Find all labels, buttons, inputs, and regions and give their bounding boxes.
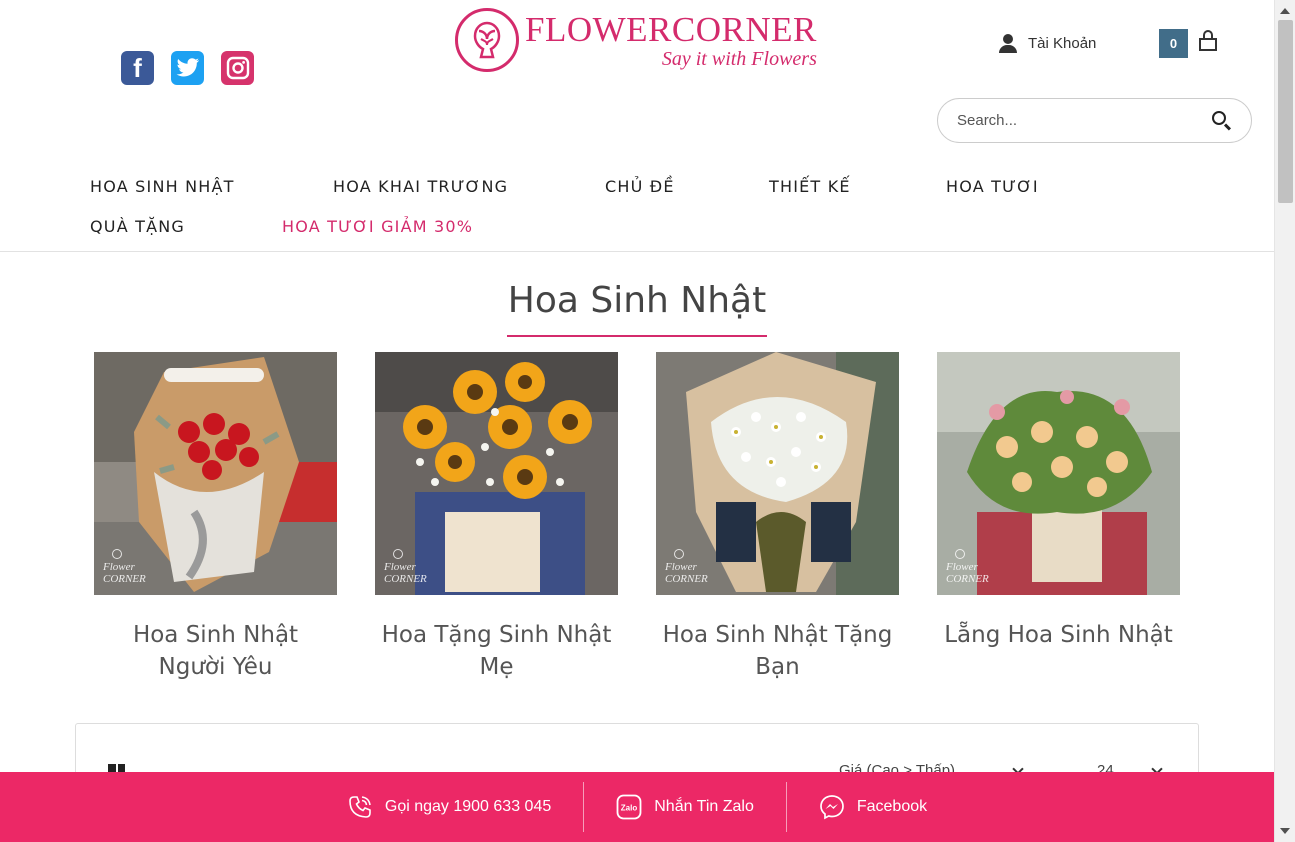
zalo-button[interactable]: Zalo Nhắn Tin Zalo (584, 782, 786, 832)
category-card[interactable]: Flower CORNER Hoa Tặng Sinh Nhật Mẹ (375, 352, 618, 683)
contact-bar: Gọi ngay 1900 633 045 Zalo Nhắn Tin Zalo… (0, 772, 1274, 842)
zalo-icon-text: Zalo (621, 804, 638, 813)
section-header: Hoa Sinh Nhật (0, 280, 1274, 337)
call-label: Gọi ngay 1900 633 045 (384, 798, 552, 815)
watermark-line1: Flower (384, 560, 416, 573)
category-title[interactable]: Hoa Sinh Nhật Tặng Bạn (656, 619, 899, 683)
logo-brand: FLOWERCORNER (525, 9, 817, 49)
instagram-icon[interactable] (221, 51, 254, 85)
scroll-up-icon[interactable] (1280, 8, 1290, 14)
scrollbar-thumb[interactable] (1278, 20, 1293, 203)
nav-item-hoa-khai-truong[interactable]: HOA KHAI TRƯƠNG (333, 177, 508, 196)
search-input[interactable] (957, 112, 1211, 129)
nav-item-sale[interactable]: HOA TƯƠI GIẢM 30% (282, 217, 473, 236)
watermark-line1: Flower (665, 560, 697, 573)
watermark-line1: Flower (103, 560, 135, 573)
page: f FLOWERCORNER Say it with Flowers Tài K… (0, 0, 1274, 842)
category-card[interactable]: Flower CORNER Hoa Sinh Nhật Tặng Bạn (656, 352, 899, 683)
category-title[interactable]: Hoa Sinh Nhật Người Yêu (94, 619, 337, 683)
logo-mark-icon (455, 8, 519, 72)
search-icon[interactable] (1211, 110, 1233, 132)
site-logo[interactable]: FLOWERCORNER Say it with Flowers (455, 8, 817, 72)
category-title[interactable]: Lẵng Hoa Sinh Nhật (937, 619, 1180, 651)
category-card[interactable]: Flower CORNER Hoa Sinh Nhật Người Yêu (94, 352, 337, 683)
nav-item-chu-de[interactable]: CHỦ ĐỀ (605, 177, 675, 196)
twitter-icon[interactable] (171, 51, 204, 85)
logo-tagline: Say it with Flowers (661, 47, 817, 70)
scroll-down-icon[interactable] (1280, 828, 1290, 834)
watermark: Flower CORNER (103, 548, 146, 585)
facebook-messenger-button[interactable]: Facebook (787, 782, 959, 832)
cart-count-badge: 0 (1159, 29, 1188, 58)
search-box (937, 98, 1252, 143)
zalo-icon: Zalo (616, 794, 642, 820)
category-image[interactable]: Flower CORNER (94, 352, 337, 595)
category-card[interactable]: Flower CORNER Lẵng Hoa Sinh Nhật (937, 352, 1180, 651)
account-link[interactable]: Tài Khoản (998, 33, 1096, 53)
watermark-line2: CORNER (946, 572, 989, 585)
social-links: f (121, 51, 254, 85)
phone-icon (347, 794, 373, 820)
watermark: Flower CORNER (665, 548, 708, 585)
facebook-label: Facebook (856, 798, 928, 815)
watermark-line2: CORNER (384, 572, 427, 585)
facebook-icon[interactable]: f (121, 51, 154, 85)
user-icon (998, 33, 1018, 53)
header-divider (0, 251, 1274, 252)
category-image[interactable]: Flower CORNER (937, 352, 1180, 595)
category-image[interactable]: Flower CORNER (656, 352, 899, 595)
cart-button[interactable]: 0 (1159, 29, 1218, 58)
watermark-line2: CORNER (665, 572, 708, 585)
nav-item-thiet-ke[interactable]: THIẾT KẾ (769, 177, 851, 196)
call-button[interactable]: Gọi ngay 1900 633 045 (315, 782, 583, 832)
watermark: Flower CORNER (384, 548, 427, 585)
page-scrollbar[interactable] (1274, 0, 1295, 842)
shopping-bag-icon (1198, 29, 1218, 52)
account-label: Tài Khoản (1028, 34, 1097, 52)
watermark-line2: CORNER (103, 572, 146, 585)
nav-item-hoa-tuoi[interactable]: HOA TƯƠI (946, 177, 1039, 196)
nav-item-qua-tang[interactable]: QUÀ TẶNG (90, 217, 185, 236)
nav-item-hoa-sinh-nhat[interactable]: HOA SINH NHẬT (90, 177, 235, 196)
watermark-line1: Flower (946, 560, 978, 573)
category-image[interactable]: Flower CORNER (375, 352, 618, 595)
zalo-label: Nhắn Tin Zalo (654, 798, 754, 815)
watermark: Flower CORNER (946, 548, 989, 585)
page-title: Hoa Sinh Nhật (506, 280, 768, 337)
category-title[interactable]: Hoa Tặng Sinh Nhật Mẹ (375, 619, 618, 683)
messenger-icon (819, 794, 845, 820)
